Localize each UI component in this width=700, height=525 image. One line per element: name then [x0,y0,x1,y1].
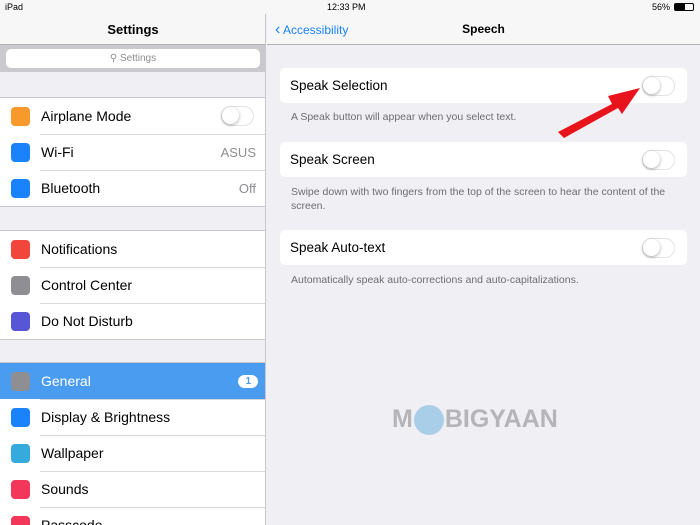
sidebar-item-label: Do Not Disturb [41,313,133,329]
sidebar-title: Settings [0,14,265,45]
sidebar-item-label: Sounds [41,481,89,497]
sidebar-item-value: Off [238,180,256,196]
speak-auto-text-toggle[interactable] [642,237,675,258]
sidebar-item-label: General [41,373,91,389]
speak-screen-row: Speak Screen [280,142,687,177]
sidebar-item-sounds[interactable]: Sounds [0,471,265,507]
sidebar-item-wi-fi[interactable]: Wi-Fi ASUS [0,134,265,170]
wifi-icon [11,142,30,162]
speak-auto-text-row: Speak Auto-text [280,230,687,265]
control-center-icon [11,275,30,295]
airplane-mode-toggle[interactable] [221,106,254,126]
sidebar-item-do-not-disturb[interactable]: Do Not Disturb [0,303,265,339]
display-icon [11,407,30,427]
speak-screen-toggle[interactable] [642,149,675,170]
speak-screen-label: Speak Screen [290,152,375,167]
sounds-icon [11,479,30,499]
battery-icon [674,3,694,11]
search-icon: ⚲ [109,53,120,64]
sidebar-item-airplane-mode[interactable]: Airplane Mode [0,98,265,134]
settings-sidebar: Settings ⚲ Settings Airplane Mode Wi-Fi AS… [0,0,266,525]
battery-percent: 56% [651,2,670,12]
search-input[interactable]: ⚲ Settings [6,49,260,68]
sidebar-item-value: ASUS [220,144,256,160]
back-button[interactable]: ‹ Accessibility [275,14,348,46]
sidebar-item-control-center[interactable]: Control Center [0,267,265,303]
chevron-left-icon: ‹ [275,21,281,38]
sidebar-item-notifications[interactable]: Notifications [0,231,265,267]
sidebar-item-general[interactable]: General 1 [0,363,265,399]
sidebar-item-label: Passcode [41,517,103,525]
settings-group: General 1 Display & Brightness Wallpaper Sou… [0,362,265,525]
red-arrow-annotation [558,88,640,138]
wallpaper-icon [11,443,30,463]
sidebar-item-label: Notifications [41,241,118,257]
sidebar-item-wallpaper[interactable]: Wallpaper [0,435,265,471]
sidebar-item-label: Wi-Fi [41,144,74,160]
settings-group: Notifications Control Center Do Not Distur… [0,230,265,340]
sidebar-item-label: Airplane Mode [41,108,132,124]
watermark-logo: M BIGYAAN [392,405,558,436]
gear-icon [11,371,30,391]
sidebar-item-label: Control Center [41,277,133,293]
speak-screen-footer: Swipe down with two fingers from the top… [291,186,666,212]
settings-group: Airplane Mode Wi-Fi ASUS Bluetooth Off [0,97,265,207]
device-label: iPad [5,2,24,12]
search-bar: ⚲ Settings [0,45,265,72]
notifications-icon [11,239,30,259]
sidebar-item-passcode[interactable]: Passcode [0,507,265,525]
moon-icon [11,311,30,331]
sidebar-item-label: Display & Brightness [41,409,171,425]
badge: 1 [238,374,258,388]
sidebar-item-display-brightness[interactable]: Display & Brightness [0,399,265,435]
clock: 12:33 PM [327,2,366,12]
bluetooth-icon [11,178,30,198]
lock-icon [11,515,30,525]
sidebar-item-label: Bluetooth [41,180,101,196]
airplane-icon [11,106,30,126]
speak-auto-text-label: Speak Auto-text [290,240,386,255]
speak-auto-text-footer: Automatically speak auto-corrections and… [291,274,579,286]
sidebar-item-bluetooth[interactable]: Bluetooth Off [0,170,265,206]
detail-nav-bar: Speech ‹ Accessibility [267,14,700,45]
status-bar: iPad 12:33 PM 56% [0,0,700,14]
sidebar-item-label: Wallpaper [41,445,104,461]
